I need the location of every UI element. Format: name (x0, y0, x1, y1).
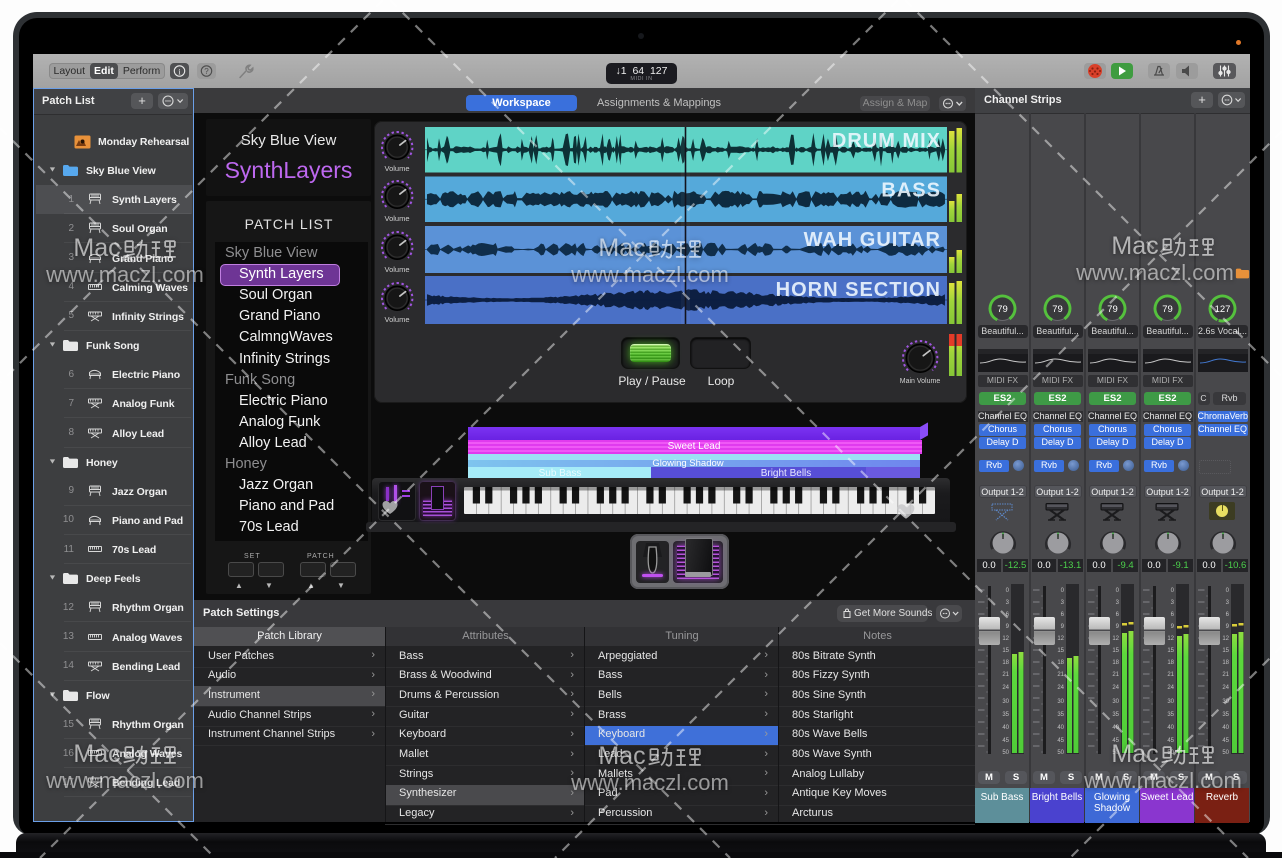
svg-text:9: 9 (1226, 624, 1230, 630)
svg-text:45: 45 (1167, 738, 1174, 744)
svg-text:30: 30 (1167, 699, 1174, 705)
svg-text:0: 0 (1171, 588, 1175, 594)
svg-text:50: 50 (1002, 750, 1009, 756)
svg-text:0: 0 (1116, 588, 1120, 594)
svg-text:18: 18 (1057, 660, 1064, 666)
svg-text:15: 15 (1167, 648, 1174, 654)
svg-text:3: 3 (1116, 600, 1120, 606)
svg-text:?: ? (204, 67, 209, 76)
svg-text:24: 24 (1112, 685, 1119, 691)
svg-text:40: 40 (1112, 725, 1119, 731)
svg-text:9: 9 (1116, 624, 1120, 630)
svg-text:9: 9 (1061, 624, 1065, 630)
svg-text:45: 45 (1057, 738, 1064, 744)
svg-text:45: 45 (1222, 738, 1229, 744)
svg-text:30: 30 (1222, 699, 1229, 705)
svg-text:3: 3 (1061, 600, 1065, 606)
svg-text:6: 6 (1171, 612, 1175, 618)
svg-text:24: 24 (1002, 685, 1009, 691)
svg-text:21: 21 (1112, 672, 1119, 678)
svg-text:21: 21 (1167, 672, 1174, 678)
svg-text:21: 21 (1002, 672, 1009, 678)
svg-text:45: 45 (1112, 738, 1119, 744)
svg-text:6: 6 (1116, 612, 1120, 618)
svg-text:12: 12 (1002, 636, 1009, 642)
svg-text:12: 12 (1222, 636, 1229, 642)
svg-text:21: 21 (1222, 672, 1229, 678)
svg-text:15: 15 (1112, 648, 1119, 654)
svg-text:35: 35 (1057, 712, 1064, 718)
svg-text:50: 50 (1057, 750, 1064, 756)
svg-text:3: 3 (1171, 600, 1175, 606)
svg-text:50: 50 (1112, 750, 1119, 756)
svg-text:6: 6 (1006, 612, 1010, 618)
svg-text:15: 15 (1002, 648, 1009, 654)
svg-text:i: i (178, 67, 181, 77)
svg-text:18: 18 (1167, 660, 1174, 666)
svg-text:18: 18 (1112, 660, 1119, 666)
svg-text:30: 30 (1002, 699, 1009, 705)
svg-text:3: 3 (1226, 600, 1230, 606)
svg-text:40: 40 (1002, 725, 1009, 731)
svg-text:24: 24 (1057, 685, 1064, 691)
svg-text:35: 35 (1002, 712, 1009, 718)
svg-text:24: 24 (1167, 685, 1174, 691)
svg-text:12: 12 (1167, 636, 1174, 642)
svg-text:6: 6 (1226, 612, 1230, 618)
svg-text:35: 35 (1167, 712, 1174, 718)
svg-text:30: 30 (1112, 699, 1119, 705)
svg-text:18: 18 (1002, 660, 1009, 666)
svg-text:24: 24 (1222, 685, 1229, 691)
svg-text:9: 9 (1006, 624, 1010, 630)
svg-text:35: 35 (1112, 712, 1119, 718)
svg-text:30: 30 (1057, 699, 1064, 705)
svg-text:21: 21 (1057, 672, 1064, 678)
svg-text:9: 9 (1171, 624, 1175, 630)
svg-text:40: 40 (1222, 725, 1229, 731)
svg-text:40: 40 (1057, 725, 1064, 731)
svg-text:12: 12 (1057, 636, 1064, 642)
svg-text:0: 0 (1226, 588, 1230, 594)
svg-text:50: 50 (1222, 750, 1229, 756)
svg-text:12: 12 (1112, 636, 1119, 642)
svg-text:18: 18 (1222, 660, 1229, 666)
svg-text:40: 40 (1167, 725, 1174, 731)
svg-text:15: 15 (1057, 648, 1064, 654)
svg-text:35: 35 (1222, 712, 1229, 718)
svg-text:15: 15 (1222, 648, 1229, 654)
svg-text:6: 6 (1061, 612, 1065, 618)
svg-text:50: 50 (1167, 750, 1174, 756)
svg-text:45: 45 (1002, 738, 1009, 744)
svg-text:0: 0 (1061, 588, 1065, 594)
svg-text:0: 0 (1006, 588, 1010, 594)
svg-text:3: 3 (1006, 600, 1010, 606)
